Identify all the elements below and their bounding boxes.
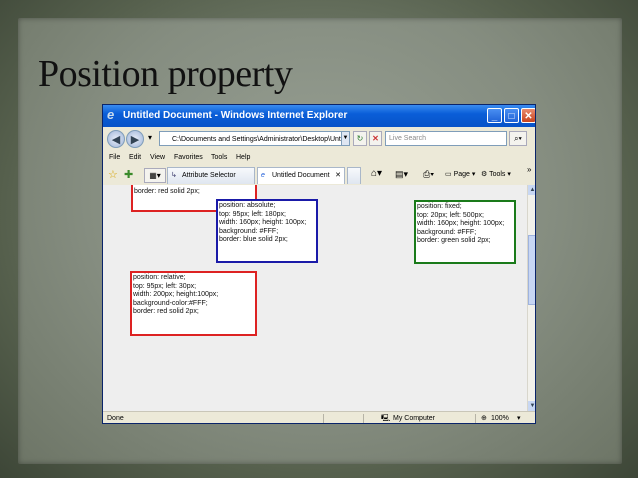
red-relative-box: position: relative; top: 95px; left: 30p…: [130, 271, 257, 336]
box-text-line: background-color:#FFF;: [133, 299, 208, 307]
box-text-line: position: absolute;: [219, 202, 276, 209]
search-input[interactable]: Live Search: [385, 131, 507, 146]
favorites-star-icon[interactable]: ☆: [108, 168, 118, 181]
history-dropdown-icon[interactable]: ▾: [145, 131, 155, 146]
box-text-line: top: 95px; left: 180px;: [219, 210, 286, 218]
menu-favorites[interactable]: Favorites: [174, 151, 203, 165]
page-menu-label: Page: [453, 171, 470, 178]
back-arrow-icon[interactable]: ◀: [107, 130, 125, 148]
tab-label: Untitled Document: [272, 172, 330, 179]
menu-help[interactable]: Help: [236, 151, 250, 165]
forward-arrow-icon[interactable]: ▶: [126, 130, 144, 148]
tab-ie-icon: e: [261, 172, 265, 179]
tab-close-icon[interactable]: ✕: [335, 168, 341, 184]
box-text-line: border: blue solid 2px;: [219, 236, 288, 244]
box-text-line: border: green solid 2px;: [417, 237, 491, 245]
ie-window: e Untitled Document - Windows Internet E…: [102, 104, 536, 424]
box-text-line: top: 95px; left: 30px;: [133, 282, 197, 290]
menu-bar: File Edit View Favorites Tools Help: [103, 151, 535, 165]
tools-menu-label: Tools: [489, 171, 506, 178]
home-icon[interactable]: ⌂▾: [371, 168, 382, 179]
tab-page-icon: ↳: [171, 172, 177, 179]
print-icon[interactable]: ⎙▾: [423, 169, 434, 180]
quick-tabs-icon[interactable]: ▦▾: [144, 168, 166, 183]
status-divider: [323, 414, 324, 423]
page-content: border: red solid 2px; position: absolut…: [103, 185, 527, 411]
scroll-up-icon[interactable]: ▲: [528, 185, 535, 195]
page-menu[interactable]: ▭ Page ▾: [445, 170, 475, 178]
address-dropdown-icon[interactable]: ▼: [341, 131, 350, 146]
new-tab-button[interactable]: [347, 167, 361, 184]
box-text-line: position: fixed;: [417, 203, 462, 210]
tab-label: Attribute Selector: [182, 172, 236, 179]
ie-logo-icon: e: [107, 107, 115, 122]
minimize-button[interactable]: _: [487, 108, 502, 123]
box-text-line: background: #FFF;: [219, 227, 279, 235]
search-icon[interactable]: ⌕▾: [509, 131, 527, 146]
zoom-dropdown-icon[interactable]: ▾: [517, 412, 521, 423]
menu-tools[interactable]: Tools: [211, 151, 227, 165]
stop-icon[interactable]: ✕: [369, 131, 382, 146]
box-text-line: border: red solid 2px;: [133, 308, 199, 316]
status-divider: [363, 414, 364, 423]
box-text-line: width: 160px; height: 100px;: [219, 219, 307, 227]
menu-view[interactable]: View: [150, 151, 165, 165]
tab-attribute-selector[interactable]: ↳ Attribute Selector: [167, 167, 255, 184]
status-zone: My Computer: [393, 415, 436, 422]
tools-menu[interactable]: ⚙ Tools ▾: [481, 170, 511, 178]
computer-zone-icon: 🖳: [381, 415, 391, 422]
close-button[interactable]: ✕: [521, 108, 535, 123]
scroll-down-icon[interactable]: ▼: [528, 401, 535, 411]
address-input[interactable]: C:\Documents and Settings\Administrator\…: [159, 131, 349, 146]
box-text-line: width: 200px; height:100px;: [133, 291, 219, 299]
green-fixed-box: position: fixed; top: 20px; left: 500px;…: [414, 200, 516, 264]
box-text-line: position: relative;: [133, 274, 186, 281]
menu-edit[interactable]: Edit: [129, 151, 141, 165]
slide-title: Position property: [38, 53, 293, 95]
scroll-thumb[interactable]: [528, 235, 535, 305]
status-text: Done: [107, 415, 124, 422]
chevron-more-icon[interactable]: »: [527, 165, 531, 174]
box-text-line: width: 160px; height: 100px;: [417, 220, 505, 228]
box-text-line: border: red solid 2px;: [134, 188, 200, 195]
blue-absolute-box: position: absolute; top: 95px; left: 180…: [216, 199, 318, 263]
zoom-level[interactable]: 100%: [491, 412, 509, 423]
menu-file[interactable]: File: [109, 151, 120, 165]
window-title: Untitled Document - Windows Internet Exp…: [123, 110, 348, 121]
tab-untitled-document[interactable]: e Untitled Document ✕: [257, 167, 345, 184]
refresh-icon[interactable]: ↻: [353, 131, 367, 146]
command-bar: ☆ ✚ ▦▾ ↳ Attribute Selector e Untitled D…: [103, 165, 535, 186]
status-divider: [475, 414, 476, 423]
zoom-icon[interactable]: ⊕: [481, 412, 487, 423]
add-favorites-icon[interactable]: ✚: [124, 168, 133, 181]
box-text-line: top: 20px; left: 500px;: [417, 211, 484, 219]
address-bar: ◀ ▶ ▾ C:\Documents and Settings\Administ…: [103, 127, 535, 151]
feeds-icon[interactable]: ▤▾: [395, 169, 408, 180]
vertical-scrollbar[interactable]: ▲ ▼: [527, 185, 535, 411]
maximize-button[interactable]: □: [504, 108, 519, 123]
status-bar: Done 🖳 My Computer ⊕ 100% ▾: [103, 411, 535, 423]
window-titlebar[interactable]: e Untitled Document - Windows Internet E…: [103, 105, 535, 127]
box-text-line: background: #FFF;: [417, 228, 477, 236]
